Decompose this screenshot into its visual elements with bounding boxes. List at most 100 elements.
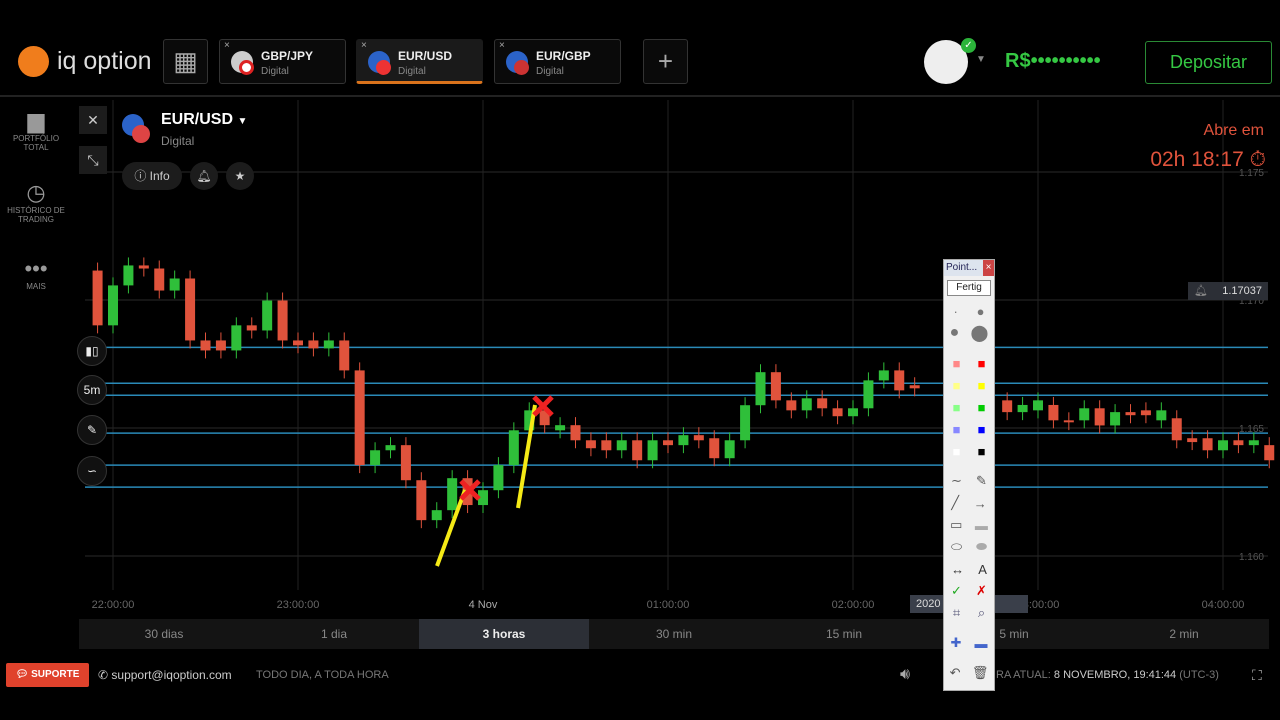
pointer-window-titlebar[interactable]: Point... ×	[944, 260, 994, 276]
candle	[370, 450, 381, 466]
color-red[interactable]: ■	[978, 356, 986, 371]
candle	[1233, 440, 1244, 446]
support-button[interactable]: 💬︎ SUPORTE	[6, 663, 89, 687]
line-icon[interactable]: ╱	[951, 495, 959, 511]
zoom-in-icon[interactable]: ✚	[951, 635, 962, 651]
draw-tool-button[interactable]: ✎	[77, 415, 107, 445]
pencil-icon: ✎	[86, 423, 98, 437]
candle	[1110, 412, 1121, 426]
timer-value: 02h 18:17	[1150, 148, 1244, 171]
timeframe-button[interactable]: 5m	[77, 375, 107, 405]
filled-ellipse-icon[interactable]: ⬬	[976, 539, 987, 555]
candle	[323, 340, 334, 349]
candle	[755, 372, 766, 406]
support-email[interactable]: ✆ support@iqoption.com	[98, 663, 232, 687]
color-black[interactable]: ■	[978, 444, 986, 459]
support-label: SUPORTE	[31, 669, 80, 680]
candle	[493, 465, 504, 491]
candle	[894, 370, 905, 391]
candle	[647, 440, 658, 461]
timeframe-15-min[interactable]: 15 min	[759, 619, 929, 649]
y-tick-label: 1.160	[1239, 552, 1264, 563]
phone-icon: ✆	[98, 668, 109, 682]
usd-flag-icon	[132, 125, 150, 143]
current-price-tag: 🔔︎ 1.17037	[1188, 282, 1268, 300]
ellipse-icon[interactable]: ⬭	[951, 539, 962, 555]
x-tick-label: 04:00:00	[1202, 599, 1245, 611]
fullscreen-icon[interactable]: ⛶	[1252, 663, 1262, 687]
check-icon[interactable]: ✓	[951, 583, 962, 599]
info-label: Info	[149, 169, 170, 183]
candle	[570, 425, 581, 441]
close-icon[interactable]: ×	[983, 260, 994, 276]
candle	[848, 408, 858, 417]
trash-icon[interactable]: 🗑︎	[972, 665, 989, 681]
collapse-icon[interactable]: ⤡	[79, 146, 107, 174]
double-arrow-icon[interactable]: ↔	[951, 562, 964, 577]
timeframe-2-min[interactable]: 2 min	[1099, 619, 1269, 649]
sound-icon[interactable]: 🔊︎	[900, 663, 910, 687]
dot-large-icon[interactable]: ●	[950, 324, 960, 342]
candle	[262, 300, 273, 331]
x-tick-label: 02:00:00	[832, 599, 875, 611]
candle	[169, 278, 180, 291]
color-green[interactable]: ■	[978, 400, 986, 415]
zoom-out-icon[interactable]: ▬	[974, 636, 987, 651]
candle	[740, 405, 751, 441]
favorite-button[interactable]: ★	[226, 162, 254, 190]
color-light-red[interactable]: ■	[953, 356, 961, 371]
highlighter-icon[interactable]: ✎	[976, 473, 987, 489]
timeframe-3-horas[interactable]: 3 horas	[419, 619, 589, 649]
info-button[interactable]: ⓘ Info	[122, 162, 182, 190]
cross-icon[interactable]: ✗	[976, 583, 987, 599]
bell-icon: 🔔︎	[196, 169, 212, 183]
info-icon: ⓘ	[134, 169, 147, 183]
color-white[interactable]: ■	[953, 444, 961, 459]
candle	[863, 380, 874, 409]
color-blue[interactable]: ■	[978, 422, 986, 437]
indicators-button[interactable]: ∽	[77, 456, 107, 486]
price-chart[interactable]: 1.1751.1701.1651.16022:00:00 23:00:00 4 No…	[0, 0, 1280, 720]
freehand-icon[interactable]: ∼	[951, 473, 962, 489]
candle	[724, 440, 735, 459]
undo-icon[interactable]: ↶	[950, 665, 961, 681]
text-icon[interactable]: A	[978, 562, 987, 577]
asset-selector[interactable]: EUR/USD ▼	[161, 111, 247, 129]
x-tick-label: 4 Nov	[469, 599, 498, 611]
candle	[632, 440, 643, 461]
time-value: 8 NOVEMBRO, 19:41:44	[1053, 669, 1177, 681]
candle	[246, 325, 257, 331]
timeframe-30-dias[interactable]: 30 dias	[79, 619, 249, 649]
candle	[1125, 412, 1136, 416]
candle	[909, 385, 920, 389]
dot-xlarge-icon[interactable]: ⬤	[970, 323, 988, 343]
candle	[108, 285, 118, 326]
candle	[1048, 404, 1059, 421]
stopwatch-icon: ⏱︎	[1249, 148, 1266, 171]
color-light-yellow[interactable]: ■	[953, 378, 961, 393]
zoom-icon[interactable]: ⌕	[978, 605, 985, 621]
candle	[709, 438, 720, 459]
timeframe-30-min[interactable]: 30 min	[589, 619, 759, 649]
color-light-green[interactable]: ■	[953, 400, 961, 415]
candle-type-button[interactable]: ▮▯	[77, 336, 107, 366]
candle	[400, 445, 411, 481]
color-yellow[interactable]: ■	[978, 378, 986, 393]
timeframe-1-dia[interactable]: 1 dia	[249, 619, 419, 649]
alert-button[interactable]: 🔔︎	[190, 162, 218, 190]
arrow-icon[interactable]: →	[974, 496, 987, 511]
candle	[693, 435, 704, 441]
time-label: RA ATUAL:	[996, 669, 1051, 681]
bell-icon[interactable]: 🔔︎	[1188, 282, 1208, 300]
candle	[1079, 408, 1090, 421]
color-light-blue[interactable]: ■	[953, 422, 961, 437]
close-chart-button[interactable]: ✕	[79, 106, 107, 134]
candle	[431, 510, 442, 521]
rectangle-icon[interactable]: ▭	[950, 517, 962, 533]
done-button[interactable]: Fertig	[947, 280, 991, 296]
candle	[138, 265, 149, 269]
dot-medium-icon[interactable]: ●	[977, 304, 985, 319]
crop-icon[interactable]: ⌗	[953, 605, 960, 621]
dot-small-icon[interactable]: ·	[953, 304, 957, 319]
filled-rectangle-icon[interactable]: ▬	[975, 518, 988, 533]
